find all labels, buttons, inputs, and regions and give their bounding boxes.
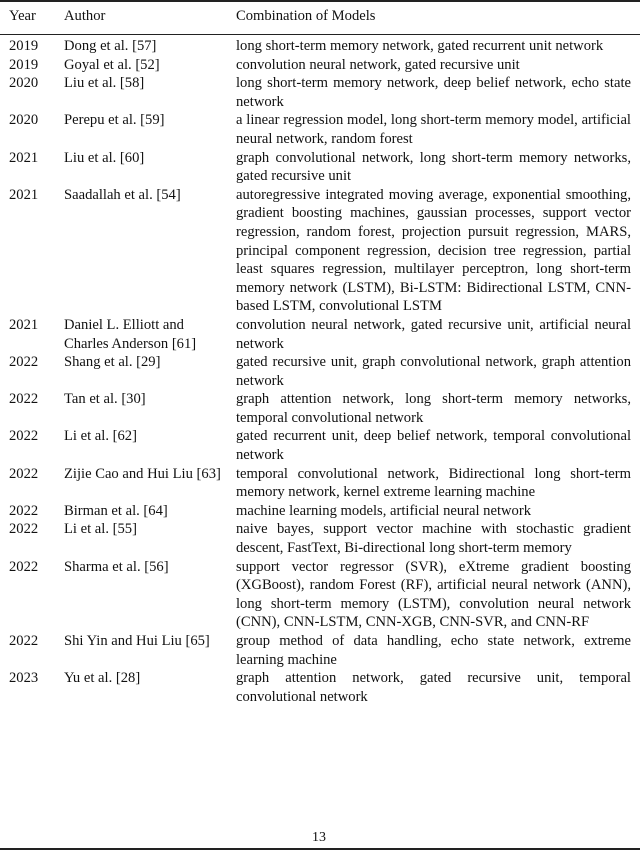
models-cell: graph attention network, gated recursive… bbox=[236, 670, 631, 705]
author-cell: Zijie Cao and Hui Liu [63] bbox=[64, 465, 221, 482]
models-cell: autoregressive integrated moving average… bbox=[236, 186, 631, 315]
models-cell: support vector regressor (SVR), eXtreme … bbox=[236, 558, 631, 631]
header-models: Combination of Models bbox=[236, 8, 376, 24]
table-row: 2022 Li et al. [55] naive bayes, support v… bbox=[0, 520, 640, 557]
year-cell: 2020 bbox=[9, 112, 39, 129]
models-cell: naive bayes, support vector machine with… bbox=[236, 521, 631, 557]
year-cell: 2022 bbox=[9, 502, 39, 519]
models-cell: a linear regression model, long short-te… bbox=[236, 112, 631, 147]
author-cell: Saadallah et al. [54] bbox=[64, 186, 181, 203]
page-number: 13 bbox=[312, 830, 326, 845]
table-row: 2022 Shang et al. [29] gated recursive uni… bbox=[0, 353, 640, 390]
year-cell: 2021 bbox=[9, 316, 39, 333]
models-cell: temporal convolutional network, Bidirect… bbox=[236, 465, 631, 501]
author-cell: Goyal et al. [52] bbox=[64, 56, 160, 73]
author-cell: Yu et al. [28] bbox=[64, 670, 141, 687]
table-row: 2020 Perepu et al. [59] a linear regressio… bbox=[0, 111, 640, 148]
table-row: 2022 Tan et al. [30] graph attention netwo… bbox=[0, 390, 640, 427]
author-cell: Dong et al. [57] bbox=[64, 38, 157, 54]
year-cell: 2022 bbox=[9, 391, 39, 408]
author-cell: Shang et al. [29] bbox=[64, 354, 161, 371]
author-cell: Liu et al. [58] bbox=[64, 75, 145, 92]
year-cell: 2022 bbox=[9, 354, 39, 371]
models-table: Year Author Combination of Models 2019 Do… bbox=[0, 4, 640, 706]
table-body: 2019 Dong et al. [57] long short-term memo… bbox=[0, 37, 640, 706]
models-cell: long short-term memory network, deep bel… bbox=[236, 75, 631, 110]
table-row: 2022 Li et al. [62] gated recurrent unit, … bbox=[0, 427, 640, 464]
models-cell: convolution neural network, gated recurs… bbox=[236, 316, 631, 352]
header-author: Author bbox=[64, 8, 106, 24]
author-cell: Li et al. [55] bbox=[64, 521, 137, 538]
models-cell: group method of data handling, echo stat… bbox=[236, 633, 631, 668]
year-cell: 2019 bbox=[9, 56, 39, 73]
year-cell: 2021 bbox=[9, 149, 39, 166]
table-row: 2021 Daniel L. Elliott and Charles Anders… bbox=[0, 316, 640, 353]
table-row: 2021 Liu et al. [60] graph convolutional n… bbox=[0, 149, 640, 186]
year-cell: 2021 bbox=[9, 186, 39, 203]
models-cell: long short-term memory network, gated re… bbox=[236, 38, 604, 54]
author-cell: Tan et al. [30] bbox=[64, 391, 146, 408]
year-cell: 2020 bbox=[9, 75, 39, 92]
models-cell: graph convolutional network, long short-… bbox=[236, 149, 631, 185]
author-cell: Li et al. [62] bbox=[64, 428, 137, 445]
table-row: 2020 Liu et al. [58] long short-term memor… bbox=[0, 74, 640, 111]
table-bottom-rule bbox=[0, 848, 640, 850]
header-year: Year bbox=[9, 8, 36, 24]
author-cell: Sharma et al. [56] bbox=[64, 558, 169, 575]
author-cell: Shi Yin and Hui Liu [65] bbox=[64, 633, 210, 649]
year-cell: 2023 bbox=[9, 670, 39, 687]
models-cell: convolution neural network, gated recurs… bbox=[236, 56, 520, 73]
table-top-rule bbox=[0, 0, 640, 2]
models-cell: graph attention network, long short-term… bbox=[236, 391, 631, 426]
author-cell: Perepu et al. [59] bbox=[64, 112, 165, 129]
models-cell: gated recursive unit, graph convolutiona… bbox=[236, 354, 631, 389]
table-row: 2022 Zijie Cao and Hui Liu [63] temporal c… bbox=[0, 465, 640, 502]
table-row: 2022 Birman et al. [64] machine learning m… bbox=[0, 502, 640, 521]
year-cell: 2022 bbox=[9, 428, 39, 445]
year-cell: 2022 bbox=[9, 633, 39, 649]
table-row: 2019 Dong et al. [57] long short-term memo… bbox=[0, 37, 640, 56]
models-cell: gated recurrent unit, deep belief networ… bbox=[236, 428, 631, 464]
author-cell: Liu et al. [60] bbox=[64, 149, 145, 166]
author-cell: Daniel L. Elliott and Charles Anderson [… bbox=[64, 316, 197, 352]
year-cell: 2022 bbox=[9, 465, 39, 482]
table-row: 2022 Sharma et al. [56] support vector reg… bbox=[0, 558, 640, 632]
author-cell: Birman et al. [64] bbox=[64, 502, 168, 519]
table-row: 2021 Saadallah et al. [54] autoregressive … bbox=[0, 186, 640, 316]
year-cell: 2022 bbox=[9, 521, 39, 538]
table-row: 2019 Goyal et al. [52] convolution neural … bbox=[0, 56, 640, 75]
table-row: 2023 Yu et al. [28] graph attention networ… bbox=[0, 669, 640, 706]
table-header-row: Year Author Combination of Models bbox=[0, 4, 640, 37]
year-cell: 2019 bbox=[9, 38, 39, 54]
models-cell: machine learning models, artificial neur… bbox=[236, 502, 532, 519]
year-cell: 2022 bbox=[9, 558, 39, 575]
table-row: 2022 Shi Yin and Hui Liu [65] group method… bbox=[0, 632, 640, 669]
